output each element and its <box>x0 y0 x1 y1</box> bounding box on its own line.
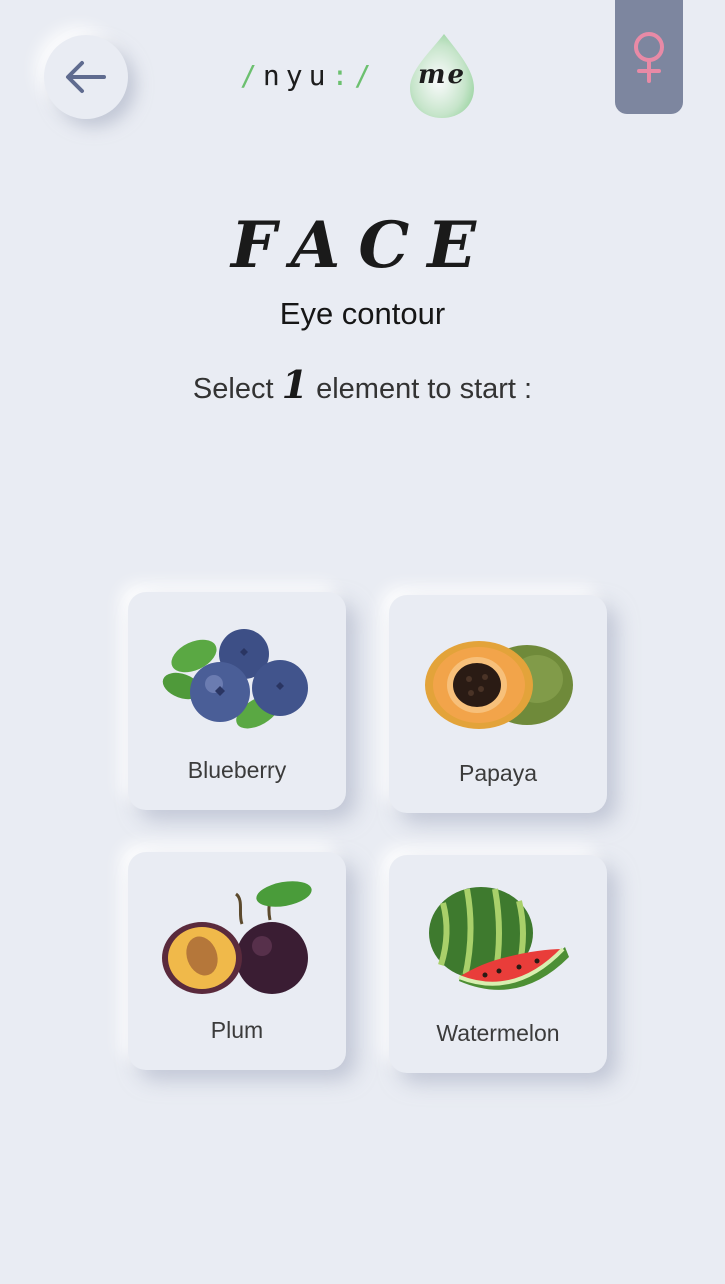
logo-word: nyu <box>262 58 332 92</box>
instruction-text: Select 1 element to start : <box>0 362 725 407</box>
logo-slash-open: / <box>240 58 263 92</box>
option-label: Plum <box>210 1017 264 1043</box>
option-label: Blueberry <box>187 757 287 783</box>
logo-suffix: me <box>418 60 467 90</box>
page-subtitle: Eye contour <box>279 296 446 331</box>
plum-icon <box>162 881 312 994</box>
watermelon-icon <box>429 887 569 990</box>
gender-toggle-button[interactable] <box>615 0 683 114</box>
instruction-number: 1 <box>281 362 309 407</box>
app-logo: /nyu:/ me <box>240 30 490 120</box>
papaya-icon <box>425 641 573 729</box>
page-title: FACE <box>230 208 495 283</box>
logo-slash-close: / <box>354 58 378 92</box>
logo-colon: : <box>331 58 355 92</box>
female-symbol-icon <box>634 32 664 83</box>
logo-wordmark: /nyu:/ <box>240 59 377 92</box>
option-card-plum[interactable]: Plum <box>128 852 346 1070</box>
back-button[interactable] <box>44 35 128 119</box>
option-card-watermelon[interactable]: Watermelon <box>389 855 607 1073</box>
instruction-after: element to start : <box>316 373 533 405</box>
option-label: Papaya <box>458 760 537 786</box>
option-card-blueberry[interactable]: Blueberry <box>128 592 346 810</box>
blueberry-icon <box>162 629 308 729</box>
arrow-left-icon <box>66 61 106 93</box>
instruction-before: Select <box>192 373 274 405</box>
option-card-papaya[interactable]: Papaya <box>389 595 607 813</box>
option-label: Watermelon <box>436 1020 560 1046</box>
